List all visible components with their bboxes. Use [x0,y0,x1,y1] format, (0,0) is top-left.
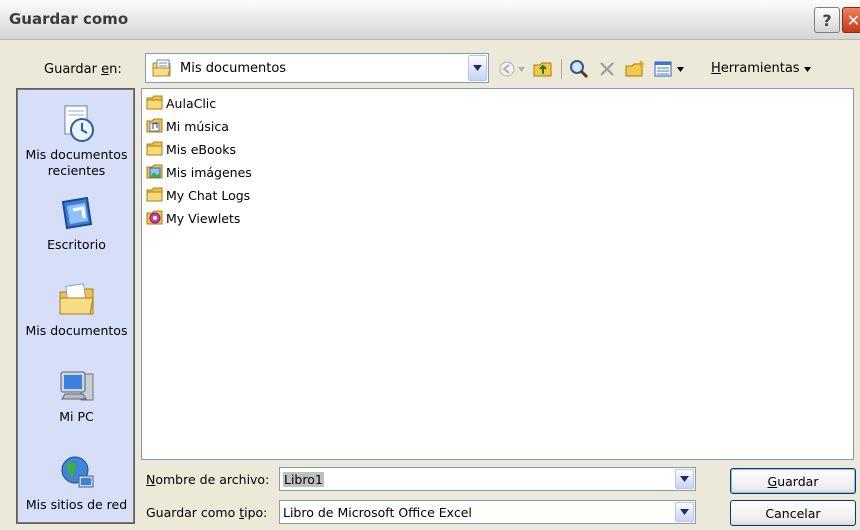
list-item[interactable]: Mis eBooks [146,138,236,160]
help-icon: ? [822,10,832,30]
file-type-dropdown[interactable]: Libro de Microsoft Office Excel [279,500,696,524]
place-my-documents[interactable]: Mis documentos [18,280,135,339]
save-in-dropdown-arrow[interactable] [468,55,487,81]
help-button[interactable]: ? [814,7,840,33]
chevron-down-icon [473,65,482,71]
places-bar: Mis documentos recientes Escritorio Mis … [16,88,135,524]
save-in-label: Guardar en: [44,62,122,77]
delete-icon [600,62,614,76]
folder-up-icon [533,62,552,77]
chevron-down-icon [680,476,689,482]
list-item[interactable]: Mis imágenes [146,161,252,183]
place-recent-documents[interactable]: Mis documentos recientes [18,104,135,179]
viewlets-folder-icon [146,210,163,225]
delete-button[interactable] [595,57,619,81]
pictures-folder-icon [146,164,163,179]
network-places-icon [61,456,93,488]
chevron-down-icon [676,66,684,72]
tools-menu[interactable]: Herramientas [711,61,811,76]
search-web-button[interactable] [567,57,591,81]
file-name-value: Libro1 [283,472,324,487]
cancel-button[interactable]: Cancelar [730,500,856,526]
back-dropdown-button[interactable] [515,57,527,81]
chevron-down-icon [803,67,811,72]
title-bar[interactable]: Guardar como ? ✕ [0,0,860,40]
list-item[interactable]: AulaClic [146,92,216,114]
toolbar: Herramientas [495,55,855,83]
place-my-computer[interactable]: Mi PC [18,366,135,425]
list-item[interactable]: My Chat Logs [146,184,250,206]
chevron-down-icon [517,66,525,72]
search-icon [570,60,589,79]
folder-icon [146,187,163,202]
new-folder-icon [625,61,644,77]
close-icon: ✕ [846,10,860,30]
file-type-label: Guardar como tipo: [146,505,268,520]
views-dropdown-button[interactable] [673,57,687,81]
file-name-input[interactable]: Libro1 [279,467,696,491]
views-icon [654,61,672,77]
my-documents-small-icon [152,59,174,80]
file-list[interactable]: AulaClic Mi música Mis eBooks Mis imágen… [141,88,854,460]
recent-documents-icon [64,105,94,142]
new-folder-button[interactable] [623,57,647,81]
file-name-label: Nombre de archivo: [146,472,270,487]
close-button[interactable]: ✕ [842,7,860,33]
list-item[interactable]: Mi música [146,115,229,137]
place-desktop[interactable]: Escritorio [18,194,135,253]
my-documents-icon [59,283,94,315]
folder-icon [146,95,163,110]
save-in-value: Mis documentos [180,61,287,76]
file-type-value: Libro de Microsoft Office Excel [283,505,472,520]
chevron-down-icon [680,509,689,515]
place-network-places[interactable]: Mis sitios de red [18,454,135,513]
window-title: Guardar como [9,10,129,28]
up-one-level-button[interactable] [531,57,555,81]
list-item[interactable]: My Viewlets [146,207,240,229]
save-button[interactable]: Guardar [730,468,856,494]
my-computer-icon [60,371,93,401]
music-folder-icon [146,118,163,133]
views-button[interactable] [651,57,675,81]
save-in-dropdown[interactable]: Mis documentos [145,53,489,83]
desktop-icon [61,196,92,230]
folder-icon [146,141,163,156]
back-arrow-icon [499,61,515,77]
file-type-dropdown-arrow[interactable] [675,502,694,522]
file-name-dropdown-arrow[interactable] [675,469,694,489]
